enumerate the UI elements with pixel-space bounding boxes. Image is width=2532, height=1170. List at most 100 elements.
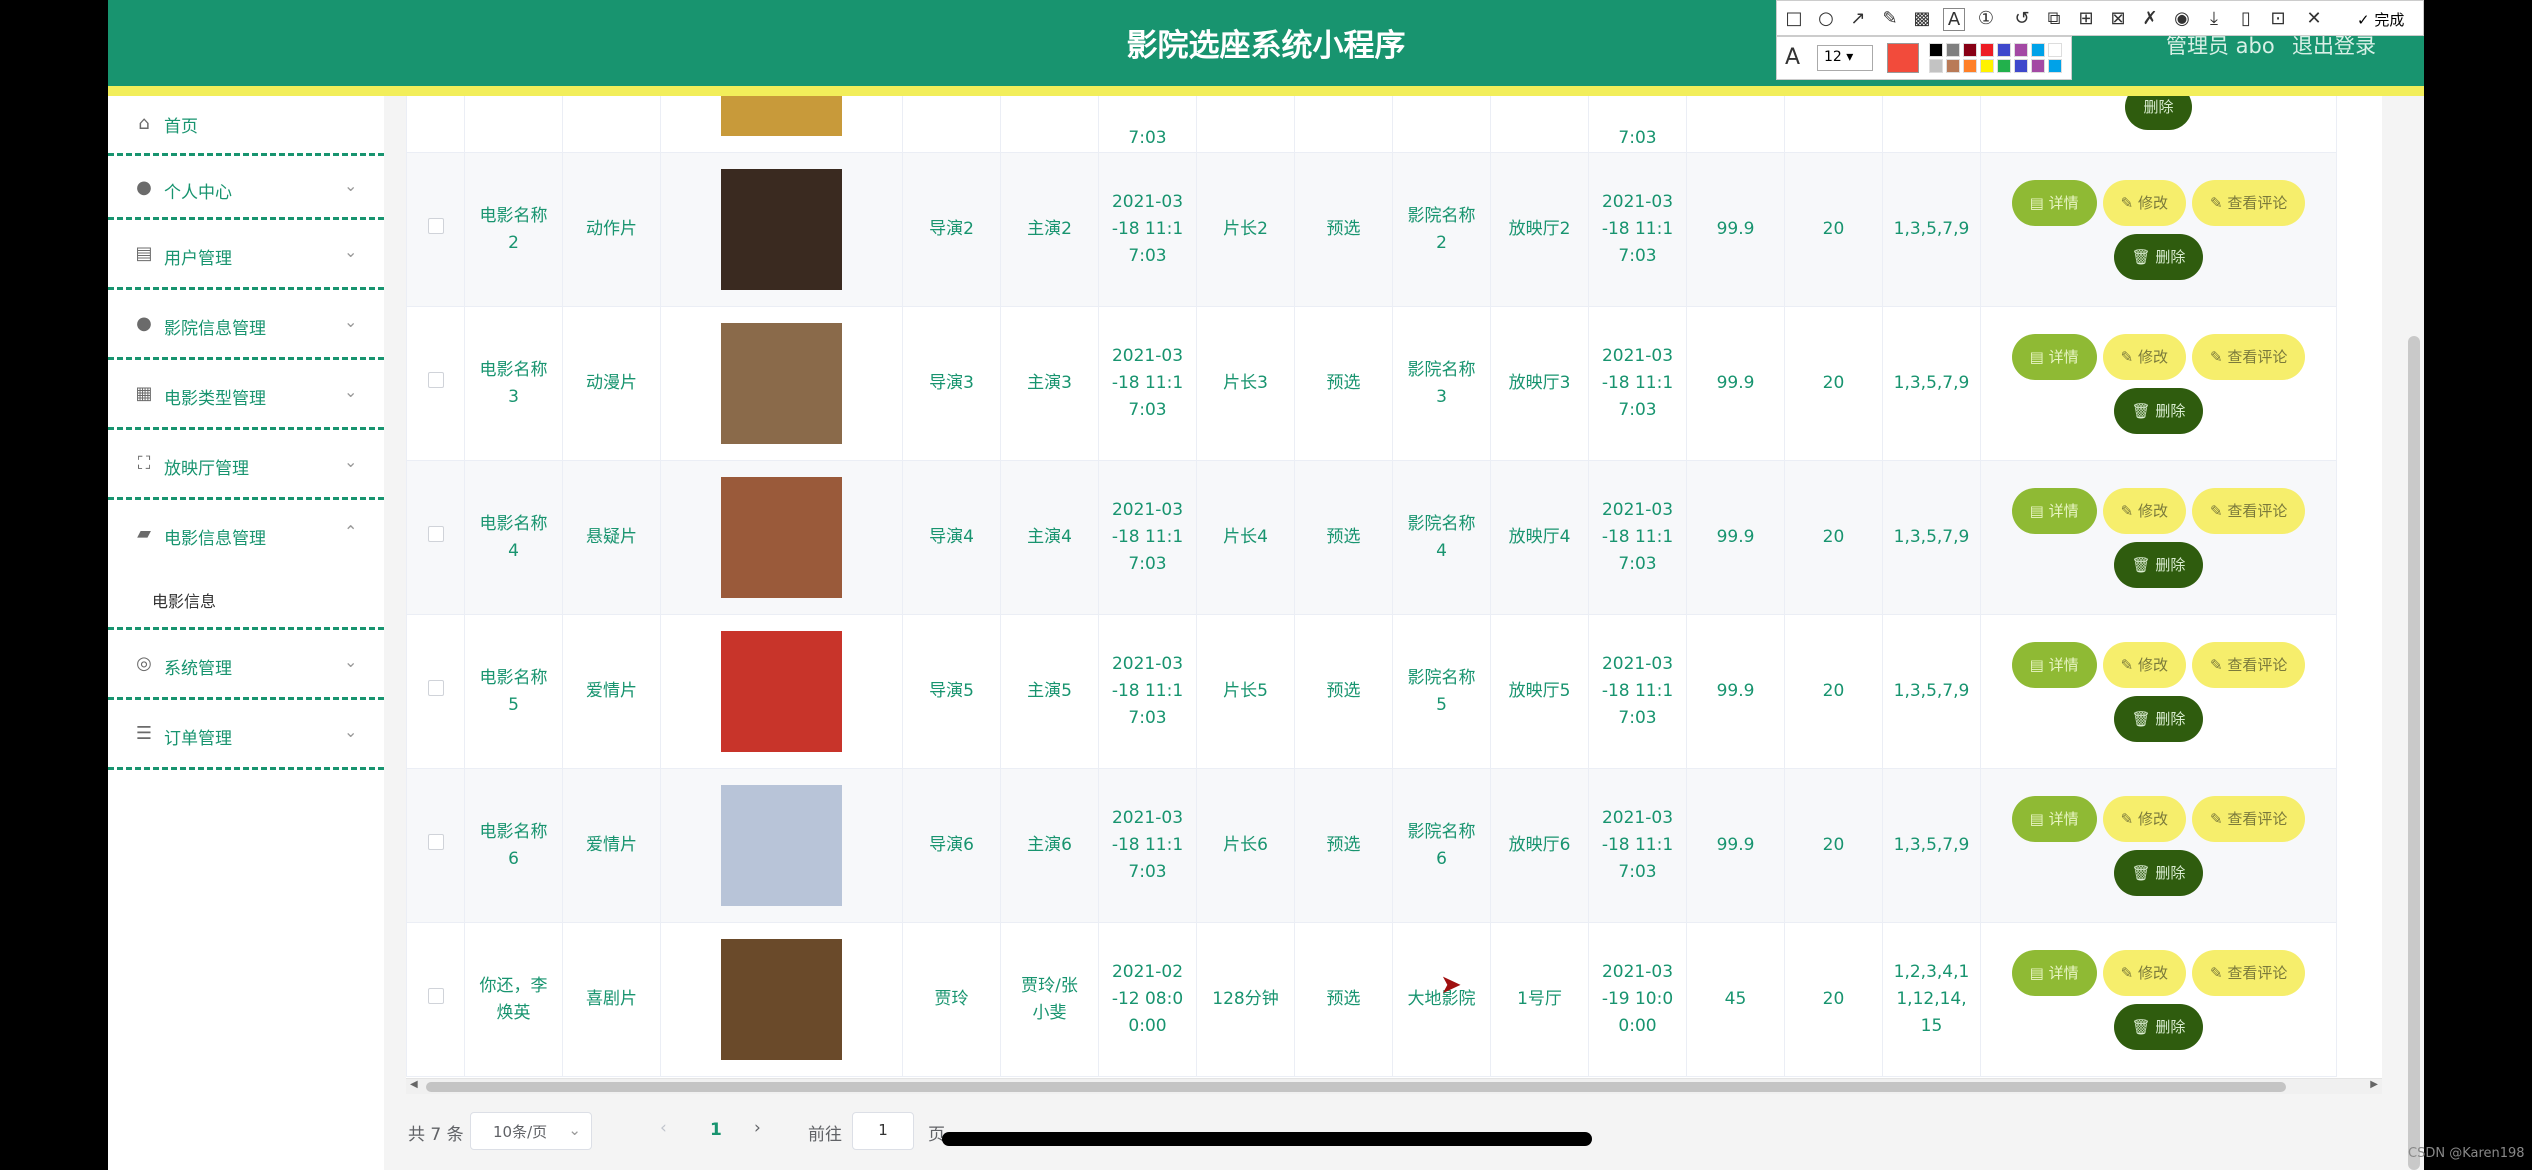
sidebar-item-profile[interactable]: ● 个人中心 ⌄: [108, 156, 384, 220]
color-swatch[interactable]: [1946, 59, 1960, 73]
download-icon[interactable]: ⤓: [2203, 8, 2225, 29]
row-checkbox[interactable]: [427, 834, 444, 850]
row-checkbox[interactable]: [427, 372, 444, 388]
record-icon[interactable]: ◉: [2171, 8, 2193, 29]
sidebar-item-label: 首页: [164, 117, 198, 137]
detail-button[interactable]: ▤ 详情: [2011, 333, 2097, 380]
color-swatch[interactable]: [2014, 59, 2028, 73]
edit-button[interactable]: ✎ 修改: [2102, 641, 2186, 688]
edit-button[interactable]: ✎ 修改: [2102, 949, 2186, 996]
sidebar-item-orders[interactable]: ☰ 订单管理 ⌄: [108, 700, 384, 770]
review-button[interactable]: ✎ 查看评论: [2191, 179, 2306, 226]
text-icon[interactable]: A: [1943, 8, 1965, 31]
color-swatch[interactable]: [1980, 43, 1994, 57]
vertical-scrollbar[interactable]: [2404, 96, 2424, 1170]
detail-button[interactable]: ▤ 详情: [2011, 641, 2097, 688]
review-button[interactable]: ✎ 查看评论: [2191, 949, 2306, 996]
detail-button[interactable]: ▤ 详情: [2011, 949, 2097, 996]
detail-button[interactable]: ▤ 详情: [2011, 795, 2097, 842]
hall-name: 放映厅3: [1508, 373, 1571, 393]
sidebar-item-home[interactable]: ⌂ 首页: [108, 96, 384, 156]
delete-button[interactable]: 🗑 删除: [2113, 695, 2204, 742]
scroll-right-icon[interactable]: ▶: [2370, 1079, 2378, 1090]
button-label: 修改: [2137, 963, 2168, 982]
edit-button[interactable]: ✎ 修改: [2102, 333, 2186, 380]
release-time-partial: 7:03: [1128, 128, 1167, 148]
color-swatch[interactable]: [2048, 59, 2062, 73]
bookmark-icon[interactable]: ⊡: [2267, 8, 2289, 29]
font-size-select[interactable]: 12 ▾: [1817, 45, 1873, 71]
sidebar-item-movie-info[interactable]: ▰ 电影信息管理 ⌃ 电影信息: [108, 500, 384, 630]
poster-cell: [660, 460, 903, 615]
undo-icon[interactable]: ↺: [2011, 8, 2033, 29]
close-icon[interactable]: ✕: [2303, 8, 2325, 29]
detail-button[interactable]: ▤ 详情: [2011, 487, 2097, 534]
prev-page-icon[interactable]: ‹: [660, 1118, 667, 1138]
row-checkbox[interactable]: [427, 988, 444, 1004]
circle-icon[interactable]: ○: [1815, 8, 1837, 29]
translate-icon[interactable]: ⊠: [2107, 8, 2129, 29]
color-swatch[interactable]: [1997, 59, 2011, 73]
number-icon[interactable]: ①: [1975, 8, 1997, 29]
row-checkbox[interactable]: [427, 218, 444, 234]
delete-button[interactable]: 🗑 删除: [2113, 387, 2204, 434]
detail-button[interactable]: ▤ 详情: [2011, 179, 2097, 226]
row-checkbox[interactable]: [427, 680, 444, 696]
row-actions: ▤ 详情 ✎ 修改 ✎ 查看评论 🗑 删除: [1982, 330, 2336, 438]
delete-button[interactable]: 🗑 删除: [2113, 541, 2204, 588]
delete-button[interactable]: 🗑 删除: [2113, 233, 2204, 280]
color-swatch[interactable]: [1963, 59, 1977, 73]
color-swatch[interactable]: [1997, 43, 2011, 57]
page-number[interactable]: 1: [710, 1120, 722, 1140]
crop-icon[interactable]: ⧉: [2043, 8, 2065, 29]
color-swatch[interactable]: [2014, 43, 2028, 57]
color-swatch[interactable]: [1980, 59, 1994, 73]
color-swatch[interactable]: [1963, 43, 1977, 57]
page-size-select[interactable]: 10条/页 ⌄: [470, 1112, 592, 1150]
edit-button[interactable]: ✎ 修改: [2102, 179, 2186, 226]
phone-icon[interactable]: ▯: [2235, 8, 2257, 29]
edit-button[interactable]: ✎ 修改: [2102, 795, 2186, 842]
poster-cell: [660, 922, 903, 1077]
color-swatch[interactable]: [2048, 43, 2062, 57]
horizontal-scrollbar[interactable]: ◀ ▶: [406, 1078, 2382, 1094]
delete-button[interactable]: 🗑 删除: [2113, 849, 2204, 896]
next-page-icon[interactable]: ›: [754, 1118, 761, 1138]
done-button[interactable]: ✓ 完成: [2357, 9, 2404, 30]
color-swatch[interactable]: [1929, 59, 1943, 73]
fullscreen-icon: ⛶: [137, 453, 151, 474]
color-swatch[interactable]: [1929, 43, 1943, 57]
sidebar-item-users[interactable]: ▤ 用户管理 ⌄: [108, 220, 384, 290]
sidebar-item-system[interactable]: ◎ 系统管理 ⌄: [108, 630, 384, 700]
mouse-cursor-icon: ➤: [1440, 970, 1462, 1000]
review-button[interactable]: ✎ 查看评论: [2191, 333, 2306, 380]
sidebar-item-movie-type[interactable]: ▦ 电影类型管理 ⌄: [108, 360, 384, 430]
color-swatch[interactable]: [1946, 43, 1960, 57]
delete-button[interactable]: 删除: [2125, 96, 2192, 130]
color-swatch[interactable]: [2031, 43, 2045, 57]
data-table: 7:03 7:03 删除 电影名称 2 动作片 导演2 主演2 2021-03 -18 …: [406, 96, 2337, 1077]
seat-count: 20: [1822, 835, 1845, 855]
selected-color-swatch[interactable]: [1887, 43, 1919, 73]
review-button[interactable]: ✎ 查看评论: [2191, 795, 2306, 842]
color-swatch[interactable]: [2031, 59, 2045, 73]
sidebar-item-cinema[interactable]: ● 影院信息管理 ⌄: [108, 290, 384, 360]
pin-tool-icon[interactable]: ✗: [2139, 8, 2161, 29]
mosaic-icon[interactable]: ▩: [1911, 8, 1933, 29]
pencil-icon[interactable]: ✎: [1879, 8, 1901, 29]
goto-page-input[interactable]: 1: [852, 1112, 914, 1150]
review-button[interactable]: ✎ 查看评论: [2191, 487, 2306, 534]
review-button[interactable]: ✎ 查看评论: [2191, 641, 2306, 688]
scroll-left-icon[interactable]: ◀: [410, 1079, 418, 1090]
arrow-icon[interactable]: ↗: [1847, 8, 1869, 29]
delete-button[interactable]: 🗑 删除: [2113, 1003, 2204, 1050]
row-checkbox[interactable]: [427, 526, 444, 542]
sidebar-subitem-movie-info[interactable]: 电影信息: [152, 588, 216, 612]
edit-button[interactable]: ✎ 修改: [2102, 487, 2186, 534]
rectangle-icon[interactable]: □: [1783, 8, 1805, 29]
sidebar-item-hall[interactable]: ⛶ 放映厅管理 ⌄: [108, 430, 384, 500]
horizontal-scroll-thumb[interactable]: [426, 1082, 2286, 1092]
button-label: 删除: [2155, 555, 2186, 574]
pin-icon[interactable]: ⊞: [2075, 8, 2097, 29]
vertical-scroll-thumb[interactable]: [2408, 336, 2420, 1170]
